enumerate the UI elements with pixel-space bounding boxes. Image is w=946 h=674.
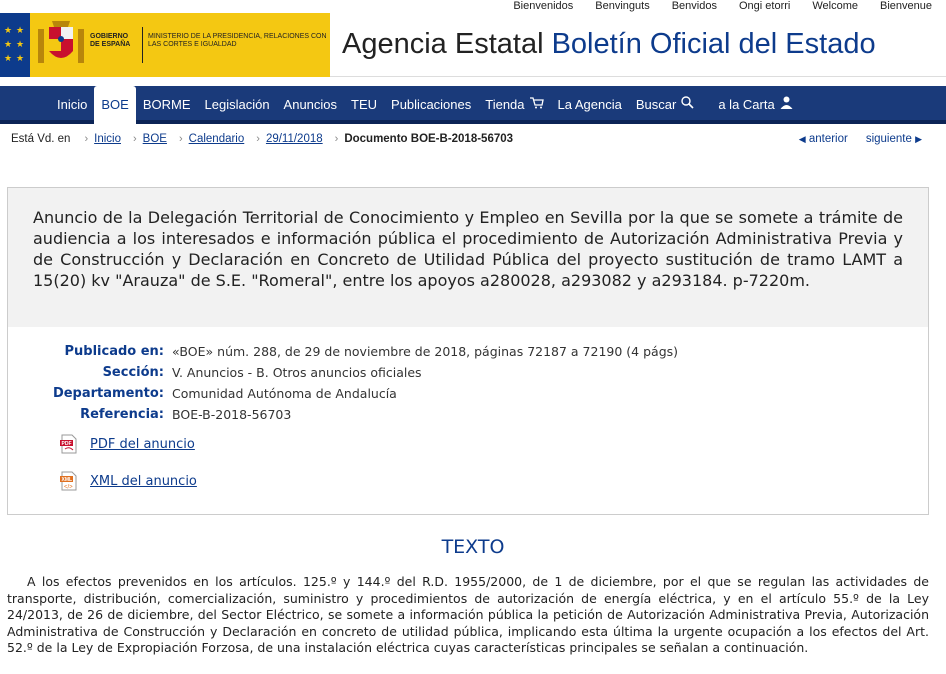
triangle-right-icon: ▶ — [915, 134, 922, 144]
search-icon — [681, 96, 694, 109]
svg-text:</>: </> — [64, 485, 73, 491]
xml-download-link[interactable]: XML del anuncio — [90, 474, 197, 489]
document-metadata: Publicado en: «BOE» núm. 288, de 29 de n… — [7, 327, 929, 515]
brand-main: Boletín Oficial del Estado — [551, 28, 876, 60]
chevron-right-icon: › — [178, 133, 183, 145]
next-label: siguiente — [865, 133, 912, 145]
meta-key-referencia: Referencia: — [80, 407, 164, 422]
nav-item-tienda[interactable]: Tienda — [478, 86, 550, 120]
next-link[interactable]: siguiente ▶ — [866, 131, 922, 147]
previous-link[interactable]: ◀ anterior — [799, 131, 848, 147]
nav-item-la-agencia[interactable]: La Agencia — [551, 86, 629, 120]
meta-row-publicado: Publicado en: «BOE» núm. 288, de 29 de n… — [8, 343, 930, 361]
breadcrumb-link-calendario[interactable]: Calendario — [189, 131, 245, 147]
meta-row-referencia: Referencia: BOE-B-2018-56703 — [8, 406, 930, 424]
breadcrumb: Está Vd. en › Inicio › BOE › Calendario … — [11, 131, 513, 147]
government-label: GOBIERNO DE ESPAÑA — [90, 33, 131, 48]
document-title-box: Anuncio de la Delegación Territorial de … — [7, 187, 929, 328]
nav-item-legislacion[interactable]: Legislación — [198, 86, 277, 120]
coat-of-arms-icon — [38, 21, 84, 63]
meta-key-publicado: Publicado en: — [64, 344, 164, 359]
meta-row-seccion: Sección: V. Anuncios - B. Otros anuncios… — [8, 364, 930, 382]
svg-text:PDF: PDF — [62, 441, 72, 447]
language-bar: Bienvenidos Benvinguts Benvidos Ongi eto… — [0, 0, 946, 14]
meta-value-publicado: «BOE» núm. 288, de 29 de noviembre de 20… — [172, 344, 679, 359]
breadcrumb-current: Documento BOE-B-2018-56703 — [344, 133, 514, 145]
breadcrumb-prefix: Está Vd. en — [11, 133, 71, 145]
section-heading: TEXTO — [441, 536, 505, 558]
nav-item-borme[interactable]: BORME — [136, 86, 198, 120]
logo-divider — [142, 27, 143, 63]
pdf-file-icon: PDF — [60, 434, 77, 454]
lang-link-eu[interactable]: Ongi etorri — [739, 0, 790, 13]
breadcrumb-link-boe[interactable]: BOE — [143, 131, 167, 147]
document-body: A los efectos prevenidos en los artículo… — [7, 574, 929, 656]
xml-download[interactable]: XML </> XML del anuncio — [60, 470, 197, 492]
previous-label: anterior — [808, 133, 848, 145]
nav-item-a-la-carta[interactable]: a la Carta — [711, 86, 799, 120]
document-pager: ◀ anterior siguiente ▶ — [799, 131, 922, 147]
nav-item-tienda-label: Tienda — [485, 97, 525, 112]
user-icon — [780, 96, 793, 109]
eu-flag-icon: ★ ★ ★ ★ ★ ★ — [0, 13, 30, 77]
lang-link-en[interactable]: Welcome — [812, 0, 858, 13]
meta-row-departamento: Departamento: Comunidad Autónoma de Anda… — [8, 385, 930, 403]
triangle-left-icon: ◀ — [798, 134, 806, 144]
pdf-download-link[interactable]: PDF del anuncio — [90, 437, 195, 452]
cart-icon — [529, 97, 544, 109]
meta-value-referencia: BOE-B-2018-56703 — [172, 407, 292, 422]
chevron-right-icon: › — [256, 133, 260, 145]
breadcrumb-link-inicio[interactable]: Inicio — [94, 131, 121, 147]
svg-text:XML: XML — [62, 477, 73, 483]
breadcrumb-link-date[interactable]: 29/11/2018 — [266, 131, 323, 147]
ministry-label: MINISTERIO DE LA PRESIDENCIA, RELACIONES… — [148, 33, 327, 48]
chevron-right-icon: › — [334, 133, 339, 145]
meta-value-departamento: Comunidad Autónoma de Andalucía — [172, 386, 397, 401]
nav-item-publicaciones[interactable]: Publicaciones — [384, 86, 478, 120]
meta-value-seccion: V. Anuncios - B. Otros anuncios oficiale… — [172, 365, 422, 380]
nav-item-buscar[interactable]: Buscar — [629, 86, 701, 120]
main-nav: Inicio BOE BORME Legislación Anuncios TE… — [0, 86, 946, 124]
lang-link-es[interactable]: Bienvenidos — [513, 0, 573, 13]
meta-key-seccion: Sección: — [102, 365, 164, 380]
chevron-right-icon: › — [133, 133, 137, 145]
meta-key-departamento: Departamento: — [52, 386, 164, 401]
site-header: ★ ★ ★ ★ ★ ★ GOBIERNO DE ESPAÑA MINISTERI… — [0, 13, 946, 77]
nav-item-inicio[interactable]: Inicio — [50, 86, 94, 120]
pdf-download[interactable]: PDF PDF del anuncio — [60, 433, 195, 455]
lang-link-fr[interactable]: Bienvenue — [880, 0, 932, 13]
brand-prefix: Agencia Estatal — [342, 28, 544, 60]
government-logo[interactable]: ★ ★ ★ ★ ★ ★ GOBIERNO DE ESPAÑA MINISTERI… — [0, 13, 330, 77]
nav-item-anuncios[interactable]: Anuncios — [277, 86, 344, 120]
chevron-right-icon: › — [84, 133, 89, 145]
site-brand[interactable]: Agencia Estatal Boletín Oficial del Esta… — [342, 27, 876, 61]
document-title: Anuncio de la Delegación Territorial de … — [33, 208, 903, 290]
nav-item-teu[interactable]: TEU — [344, 86, 384, 120]
lang-link-ca[interactable]: Benvinguts — [595, 0, 649, 13]
lang-link-gl[interactable]: Benvidos — [672, 0, 717, 13]
nav-item-boe[interactable]: BOE — [94, 86, 136, 124]
nav-item-a-la-carta-label: a la Carta — [718, 97, 775, 112]
nav-item-buscar-label: Buscar — [635, 97, 677, 112]
xml-file-icon: XML </> — [60, 471, 77, 491]
